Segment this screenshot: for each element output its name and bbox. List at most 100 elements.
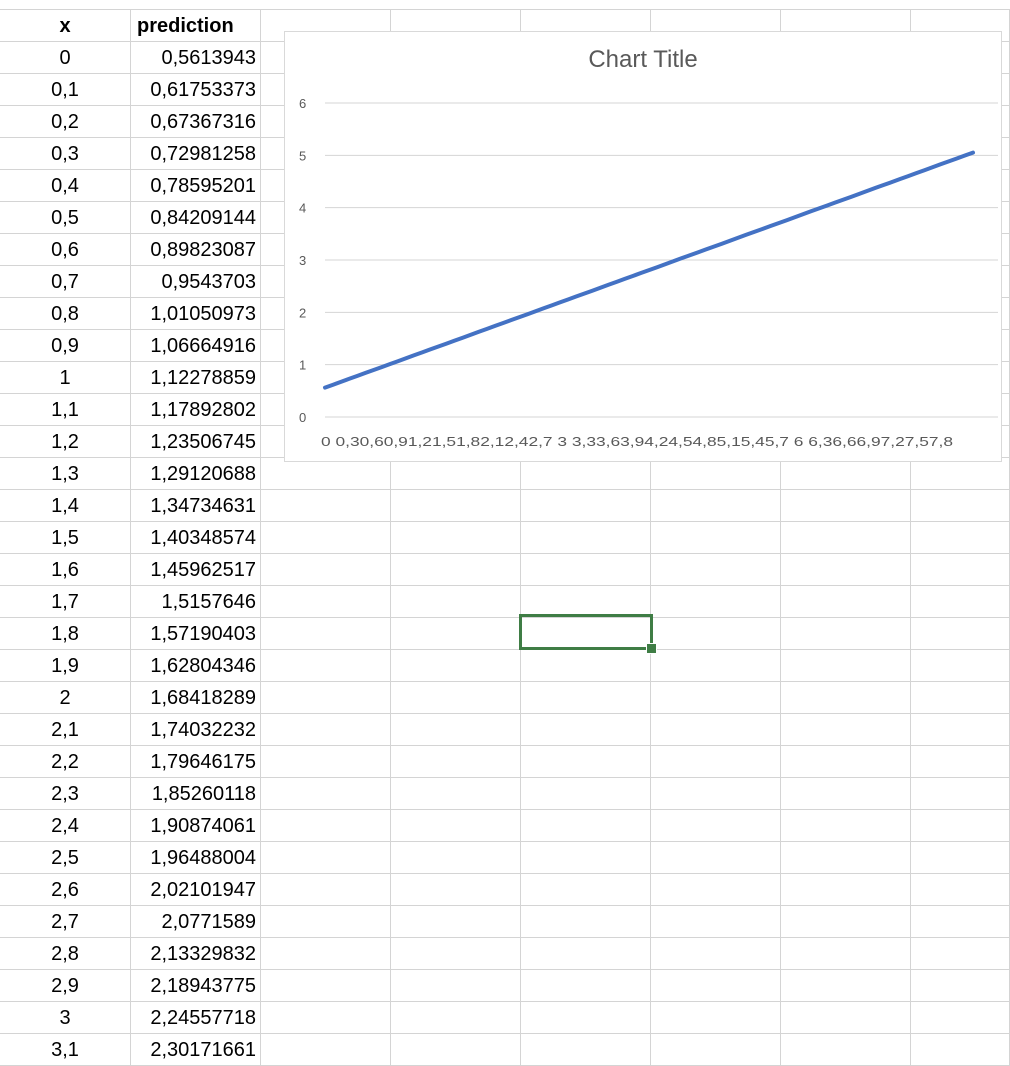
- cell-prediction[interactable]: 0,72981258: [131, 138, 261, 170]
- empty-cell[interactable]: [261, 938, 391, 970]
- empty-cell[interactable]: [261, 554, 391, 586]
- empty-cell[interactable]: [781, 714, 911, 746]
- empty-cell[interactable]: [651, 1002, 781, 1034]
- empty-cell[interactable]: [521, 810, 651, 842]
- fill-handle[interactable]: [646, 643, 657, 654]
- empty-cell[interactable]: [391, 938, 521, 970]
- empty-cell[interactable]: [781, 906, 911, 938]
- empty-cell[interactable]: [391, 650, 521, 682]
- empty-cell[interactable]: [261, 746, 391, 778]
- cell-prediction[interactable]: 1,74032232: [131, 714, 261, 746]
- cell-prediction[interactable]: 1,5157646: [131, 586, 261, 618]
- empty-cell[interactable]: [651, 522, 781, 554]
- empty-cell[interactable]: [651, 682, 781, 714]
- empty-cell[interactable]: [391, 618, 521, 650]
- empty-cell[interactable]: [911, 938, 1010, 970]
- cell-x[interactable]: 1,1: [0, 394, 131, 426]
- empty-cell[interactable]: [651, 842, 781, 874]
- header-prediction[interactable]: prediction: [131, 10, 261, 42]
- cell-x[interactable]: 1,9: [0, 650, 131, 682]
- cell-x[interactable]: 1,3: [0, 458, 131, 490]
- cell-prediction[interactable]: 0,78595201: [131, 170, 261, 202]
- empty-cell[interactable]: [651, 1034, 781, 1066]
- empty-cell[interactable]: [391, 1034, 521, 1066]
- empty-cell[interactable]: [261, 490, 391, 522]
- empty-cell[interactable]: [911, 874, 1010, 906]
- line-chart[interactable]: Chart Title 01234560 0,30,60,91,21,51,82…: [284, 31, 1002, 462]
- empty-cell[interactable]: [261, 1002, 391, 1034]
- empty-cell[interactable]: [781, 1002, 911, 1034]
- cell-prediction[interactable]: 1,96488004: [131, 842, 261, 874]
- empty-cell[interactable]: [521, 842, 651, 874]
- empty-cell[interactable]: [521, 682, 651, 714]
- empty-cell[interactable]: [261, 970, 391, 1002]
- empty-cell[interactable]: [521, 554, 651, 586]
- cell-x[interactable]: 1,4: [0, 490, 131, 522]
- empty-cell[interactable]: [651, 714, 781, 746]
- cell-x[interactable]: 0,7: [0, 266, 131, 298]
- empty-cell[interactable]: [521, 778, 651, 810]
- cell-prediction[interactable]: 0,5613943: [131, 42, 261, 74]
- cell-prediction[interactable]: 1,23506745: [131, 426, 261, 458]
- empty-cell[interactable]: [651, 554, 781, 586]
- cell-prediction[interactable]: 1,01050973: [131, 298, 261, 330]
- cell-prediction[interactable]: 1,40348574: [131, 522, 261, 554]
- empty-cell[interactable]: [261, 1034, 391, 1066]
- cell-prediction[interactable]: 2,24557718: [131, 1002, 261, 1034]
- empty-cell[interactable]: [911, 522, 1010, 554]
- empty-cell[interactable]: [261, 874, 391, 906]
- cell-x[interactable]: 2,1: [0, 714, 131, 746]
- cell-prediction[interactable]: 1,57190403: [131, 618, 261, 650]
- cell-x[interactable]: 1,7: [0, 586, 131, 618]
- empty-cell[interactable]: [911, 714, 1010, 746]
- cell-x[interactable]: 2,5: [0, 842, 131, 874]
- empty-cell[interactable]: [261, 650, 391, 682]
- cell-prediction[interactable]: 2,0771589: [131, 906, 261, 938]
- empty-cell[interactable]: [781, 682, 911, 714]
- empty-cell[interactable]: [391, 874, 521, 906]
- empty-cell[interactable]: [521, 522, 651, 554]
- cell-x[interactable]: 2,3: [0, 778, 131, 810]
- cell-x[interactable]: 2,2: [0, 746, 131, 778]
- empty-cell[interactable]: [911, 682, 1010, 714]
- empty-cell[interactable]: [651, 490, 781, 522]
- empty-cell[interactable]: [651, 650, 781, 682]
- cell-x[interactable]: 1: [0, 362, 131, 394]
- empty-cell[interactable]: [911, 906, 1010, 938]
- empty-cell[interactable]: [911, 490, 1010, 522]
- selected-cell[interactable]: [519, 614, 657, 654]
- empty-cell[interactable]: [781, 810, 911, 842]
- empty-cell[interactable]: [781, 586, 911, 618]
- cell-prediction[interactable]: 1,45962517: [131, 554, 261, 586]
- cell-prediction[interactable]: 1,62804346: [131, 650, 261, 682]
- cell-prediction[interactable]: 2,02101947: [131, 874, 261, 906]
- empty-cell[interactable]: [521, 906, 651, 938]
- empty-cell[interactable]: [911, 554, 1010, 586]
- header-x[interactable]: x: [0, 10, 131, 42]
- empty-cell[interactable]: [261, 618, 391, 650]
- empty-cell[interactable]: [911, 778, 1010, 810]
- cell-prediction[interactable]: 1,12278859: [131, 362, 261, 394]
- empty-cell[interactable]: [911, 1002, 1010, 1034]
- cell-prediction[interactable]: 2,30171661: [131, 1034, 261, 1066]
- empty-cell[interactable]: [911, 842, 1010, 874]
- empty-cell[interactable]: [521, 490, 651, 522]
- cell-x[interactable]: 2,7: [0, 906, 131, 938]
- cell-x[interactable]: 0,9: [0, 330, 131, 362]
- empty-cell[interactable]: [521, 874, 651, 906]
- cell-x[interactable]: 0,8: [0, 298, 131, 330]
- cell-x[interactable]: 0,3: [0, 138, 131, 170]
- empty-cell[interactable]: [391, 554, 521, 586]
- cell-prediction[interactable]: 0,67367316: [131, 106, 261, 138]
- empty-cell[interactable]: [781, 522, 911, 554]
- empty-cell[interactable]: [391, 906, 521, 938]
- empty-cell[interactable]: [391, 810, 521, 842]
- empty-cell[interactable]: [521, 938, 651, 970]
- empty-cell[interactable]: [781, 1034, 911, 1066]
- cell-prediction[interactable]: 0,84209144: [131, 202, 261, 234]
- empty-cell[interactable]: [781, 842, 911, 874]
- empty-cell[interactable]: [651, 938, 781, 970]
- empty-cell[interactable]: [261, 906, 391, 938]
- cell-x[interactable]: 1,8: [0, 618, 131, 650]
- empty-cell[interactable]: [911, 650, 1010, 682]
